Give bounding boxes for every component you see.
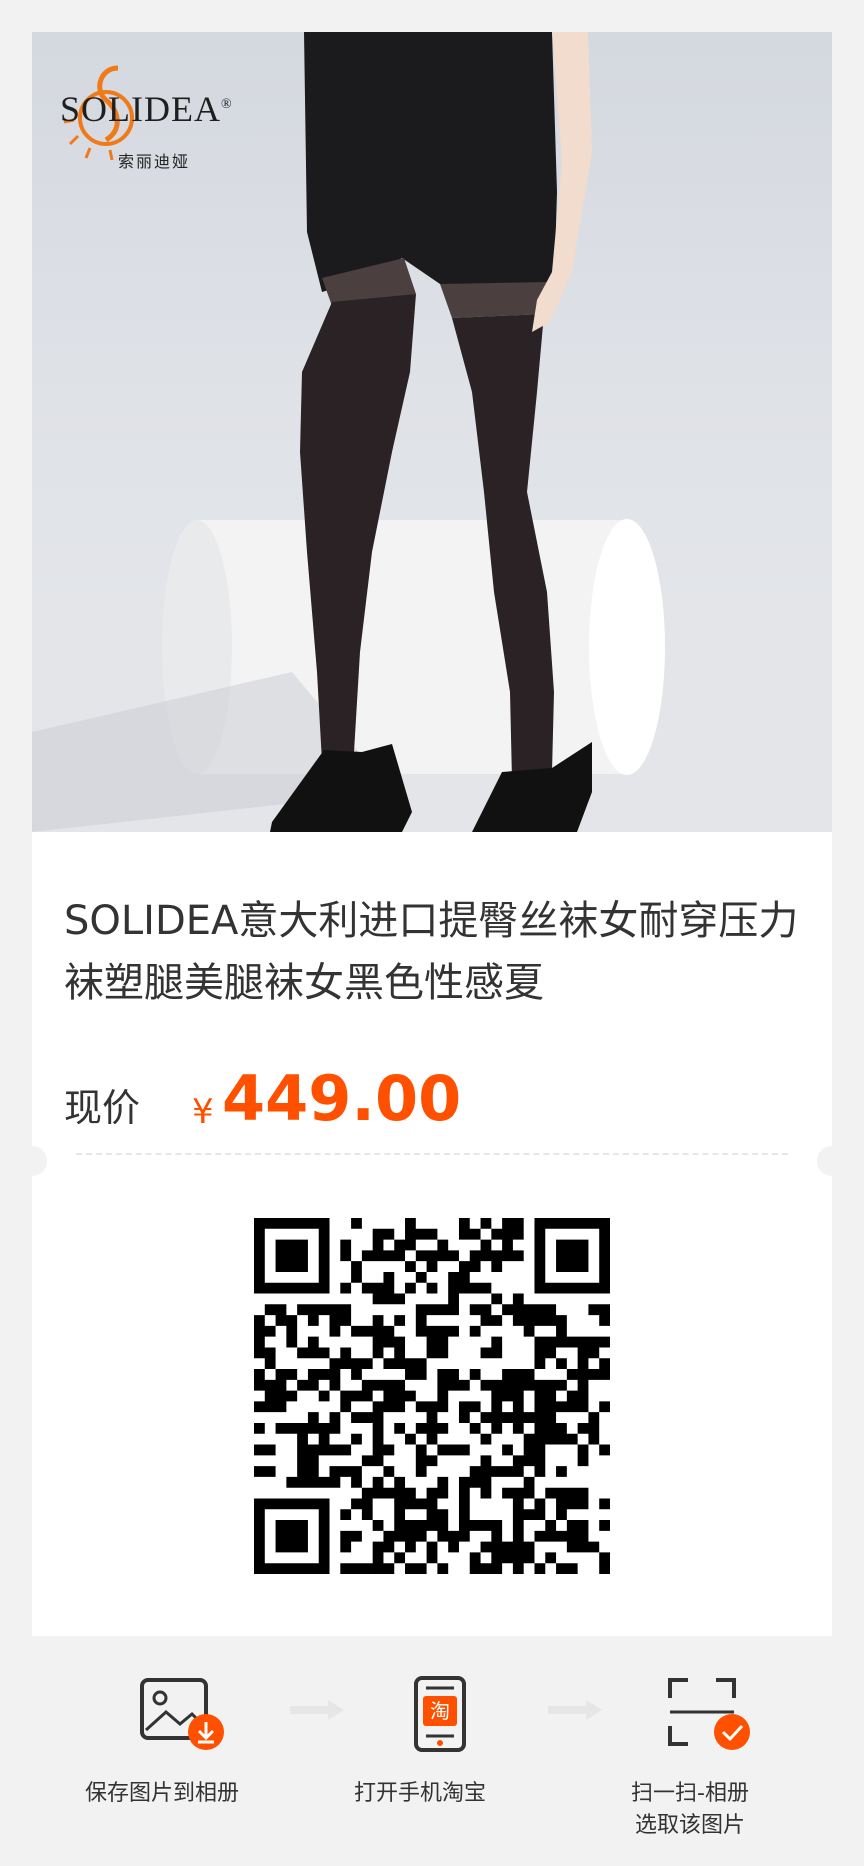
arrow-right-icon <box>290 1700 344 1720</box>
product-image: SOLIDEA® 索丽迪娅 <box>32 32 832 832</box>
qr-finder-pattern <box>254 1218 330 1294</box>
brand-logo: SOLIDEA® 索丽迪娅 <box>60 60 300 171</box>
step-open-label: 打开手机淘宝 <box>353 1781 486 1806</box>
instruction-steps: 保存图片到相册 淘 打开手机淘宝 扫一扫-相册 选取该图片 <box>0 1660 864 1860</box>
product-title: SOLIDEA意大利进口提臀丝袜女耐穿压力袜塑腿美腿袜女黑色性感夏 <box>64 898 799 1006</box>
step-scan-label-line1: 扫一扫-相册 <box>631 1781 749 1806</box>
arrow-right-icon <box>548 1700 602 1720</box>
image-download-icon <box>140 1678 224 1750</box>
dashed-divider <box>76 1153 788 1155</box>
currency-symbol: ¥ <box>192 1092 214 1132</box>
poster-card: SOLIDEA® 索丽迪娅 SOLIDEA意大利进口提臀丝袜女耐穿压力袜塑腿美腿… <box>17 32 847 1636</box>
qr-code[interactable] <box>254 1218 610 1574</box>
step-scan-label: 扫一扫-相册 选取该图片 <box>570 1778 810 1842</box>
qr-finder-pattern <box>254 1498 330 1574</box>
price-label: 现价 <box>64 1086 141 1130</box>
taobao-phone-icon: 淘 <box>414 1676 466 1752</box>
brand-chinese-name: 索丽迪娅 <box>118 152 191 171</box>
step-save-label: 保存图片到相册 <box>84 1781 239 1806</box>
taobao-badge: 淘 <box>430 1699 450 1723</box>
ticket-notch-left <box>17 1146 47 1176</box>
qr-finder-pattern <box>534 1218 610 1294</box>
scan-check-icon <box>668 1678 750 1750</box>
step-scan-label-line2: 选取该图片 <box>634 1813 745 1838</box>
price-value: 449.00 <box>222 1062 462 1135</box>
brand-name: SOLIDEA® <box>60 89 233 129</box>
ticket-notch-right <box>817 1146 847 1176</box>
